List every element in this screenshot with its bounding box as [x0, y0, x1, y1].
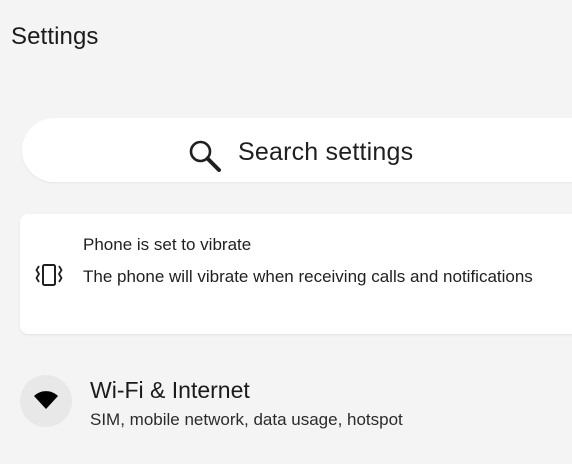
search-settings-label[interactable]: Search settings [238, 138, 413, 167]
settings-item-subtitle: SIM, mobile network, data usage, hotspot [90, 410, 403, 429]
page-title: Settings [11, 23, 99, 50]
vibrate-status-description: The phone will vibrate when receiving ca… [83, 267, 533, 286]
vibrate-status-title: Phone is set to vibrate [83, 235, 252, 254]
search-icon [189, 140, 221, 172]
wifi-icon [34, 391, 58, 409]
vibrate-icon [35, 264, 63, 286]
settings-item-wifi-internet[interactable]: Wi-Fi & Internet SIM, mobile network, da… [0, 362, 572, 442]
settings-item-title: Wi-Fi & Internet [90, 377, 250, 403]
settings-page: Settings Search settings Phone is set to… [0, 0, 572, 464]
